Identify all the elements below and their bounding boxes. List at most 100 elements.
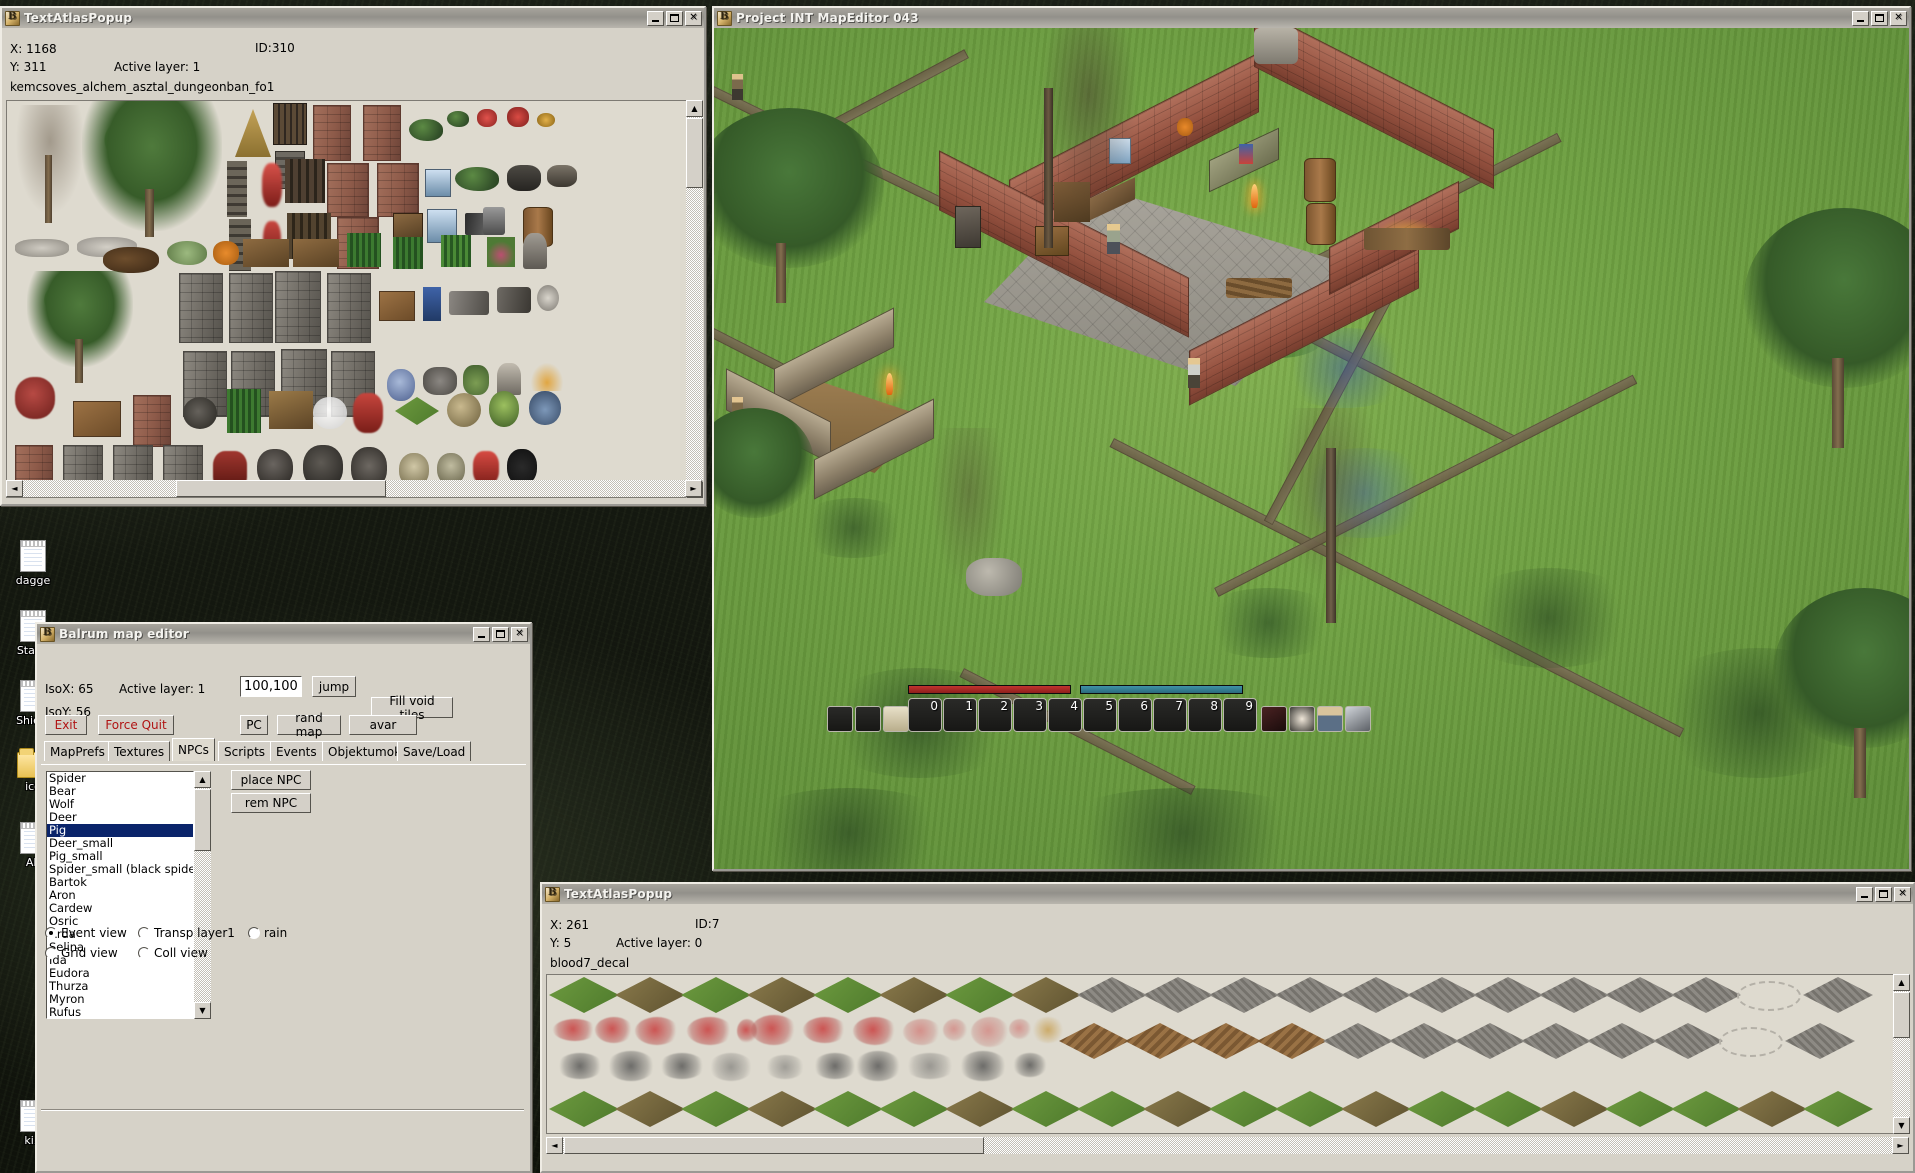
tile-grass: [1671, 1091, 1741, 1127]
scroll-right-button[interactable]: ►: [1892, 1137, 1909, 1154]
close-button[interactable]: ✕: [1890, 10, 1907, 26]
hotbar-slot-8[interactable]: 8: [1188, 698, 1222, 732]
radio-rain[interactable]: rain: [248, 926, 287, 940]
scroll-thumb[interactable]: [1893, 992, 1910, 1038]
atlas-bottom-hscrollbar[interactable]: ◄ ►: [546, 1137, 1909, 1154]
scroll-thumb[interactable]: [564, 1137, 984, 1154]
npc-list-scrollbar[interactable]: ▲ ▼: [194, 771, 211, 1019]
sprite-shrub: [167, 241, 207, 265]
hotbar-slot-5[interactable]: 5: [1083, 698, 1117, 732]
hotbar-slot-4[interactable]: 4: [1048, 698, 1082, 732]
close-button[interactable]: ✕: [1894, 886, 1911, 902]
desktop-icon-dagger[interactable]: dagge: [2, 540, 64, 587]
character-icon[interactable]: [1317, 706, 1343, 732]
eye-icon[interactable]: [1289, 706, 1315, 732]
pc-button[interactable]: PC: [240, 715, 268, 735]
tile-rock: [1209, 977, 1279, 1013]
balrum-map-editor-window[interactable]: Balrum map editor ✕ IsoX: 65 IsoY: 56 Ac…: [35, 622, 532, 1173]
place-npc-button[interactable]: place NPC: [231, 770, 311, 790]
scroll-thumb[interactable]: [176, 480, 386, 497]
window-controls[interactable]: ✕: [1856, 886, 1911, 902]
hotbar-slot-7[interactable]: 7: [1153, 698, 1187, 732]
balrum-titlebar[interactable]: Balrum map editor ✕: [37, 624, 530, 644]
scroll-down-button[interactable]: ▼: [194, 1002, 211, 1019]
radio-indicator[interactable]: [45, 947, 57, 959]
scroll-down-button[interactable]: ▼: [1893, 1117, 1910, 1134]
text-atlas-popup-bottom-window[interactable]: TextAtlasPopup ✕ X: 261 ID:7 Y: 5 Active…: [540, 882, 1915, 1173]
atlas-top-vscrollbar[interactable]: ▲ ▼: [686, 100, 703, 498]
hotbar-slot-9[interactable]: 9: [1223, 698, 1257, 732]
atlas-bottom-info: X: 261 ID:7 Y: 5 Active layer: 0 blood7_…: [542, 904, 1913, 970]
scroll-up-button[interactable]: ▲: [686, 100, 703, 117]
radio-indicator[interactable]: [248, 927, 260, 939]
tab-mapprefs[interactable]: MapPrefs: [44, 741, 111, 761]
tab-saveload[interactable]: Save/Load: [397, 741, 472, 761]
scroll-left-button[interactable]: ◄: [546, 1137, 563, 1154]
tab-events[interactable]: Events: [270, 741, 323, 761]
editor-tabbar[interactable]: MapPrefs Textures NPCs Scripts Events Ob…: [44, 738, 524, 765]
scroll-left-button[interactable]: ◄: [6, 480, 23, 497]
close-button[interactable]: ✕: [685, 10, 702, 26]
rem-npc-button[interactable]: rem NPC: [231, 793, 311, 813]
atlas-bottom-titlebar[interactable]: TextAtlasPopup ✕: [542, 884, 1913, 904]
minimize-button[interactable]: [1856, 886, 1873, 902]
atlas-bottom-canvas[interactable]: [546, 974, 1909, 1134]
window-controls[interactable]: ✕: [473, 626, 528, 642]
hotbar-slot-3[interactable]: 3: [1013, 698, 1047, 732]
force-quit-button[interactable]: Force Quit: [98, 715, 174, 735]
spell-icon[interactable]: [1261, 706, 1287, 732]
radio-indicator[interactable]: [138, 947, 150, 959]
scroll-thumb[interactable]: [686, 118, 703, 188]
text-atlas-popup-top-window[interactable]: TextAtlasPopup ✕ X: 1168 ID:310 Y: 311 A…: [0, 6, 706, 506]
atlas-top-hscrollbar[interactable]: ◄ ►: [6, 480, 702, 497]
scroll-right-button[interactable]: ►: [685, 480, 702, 497]
scroll-up-button[interactable]: ▲: [194, 771, 211, 788]
atlas-top-titlebar[interactable]: TextAtlasPopup ✕: [2, 8, 704, 28]
window-controls[interactable]: ✕: [647, 10, 702, 26]
minimize-button[interactable]: [647, 10, 664, 26]
hotbar-slot-6[interactable]: 6: [1118, 698, 1152, 732]
maximize-button[interactable]: [666, 10, 683, 26]
radio-indicator[interactable]: [138, 927, 150, 939]
hotbar-slot-0[interactable]: 0: [908, 698, 942, 732]
radio-grid-view[interactable]: Grid view: [45, 946, 118, 960]
radio-transp-layer1[interactable]: Transp layer1: [138, 926, 235, 940]
hotbar-slot-1[interactable]: 1: [943, 698, 977, 732]
maximize-button[interactable]: [1871, 10, 1888, 26]
atlas-top-canvas[interactable]: [6, 100, 702, 498]
tab-scripts[interactable]: Scripts: [218, 741, 272, 761]
tab-objektumok[interactable]: Objektumok: [322, 741, 408, 761]
radio-indicator[interactable]: [45, 927, 57, 939]
maximize-button[interactable]: [1875, 886, 1892, 902]
tab-textures[interactable]: Textures: [108, 741, 171, 761]
jump-button[interactable]: jump: [312, 676, 356, 697]
scroll-thumb[interactable]: [194, 789, 211, 851]
map-editor-titlebar[interactable]: Project INT MapEditor 043 ✕: [714, 8, 1909, 28]
equip-slot[interactable]: [827, 706, 853, 732]
equip-slot-scroll[interactable]: [883, 706, 909, 732]
atlas-bottom-vscrollbar[interactable]: ▲ ▼: [1893, 974, 1910, 1134]
map-editor-window[interactable]: Project INT MapEditor 043 ✕: [712, 6, 1911, 871]
rand-map-button[interactable]: rand map: [277, 711, 341, 739]
maximize-button[interactable]: [492, 626, 509, 642]
npc-list-item[interactable]: Rufus: [47, 1006, 193, 1019]
npc-list-item[interactable]: Deer: [47, 811, 193, 824]
minimize-button[interactable]: [1852, 10, 1869, 26]
radio-coll-view[interactable]: Coll view: [138, 946, 208, 960]
exit-button[interactable]: Exit: [45, 715, 87, 735]
jump-coordinate-input[interactable]: 100,100: [240, 676, 302, 697]
book-icon[interactable]: [1345, 706, 1371, 732]
minimize-button[interactable]: [473, 626, 490, 642]
tile-rock: [1143, 977, 1213, 1013]
sprite-stone-arch: [179, 273, 223, 343]
npc-listbox[interactable]: Spider Bear Wolf Deer Pig Deer_small Pig…: [46, 771, 194, 1019]
hotbar-slot-2[interactable]: 2: [978, 698, 1012, 732]
close-button[interactable]: ✕: [511, 626, 528, 642]
window-controls[interactable]: ✕: [1852, 10, 1907, 26]
tab-npcs[interactable]: NPCs: [172, 738, 215, 761]
scroll-up-button[interactable]: ▲: [1893, 974, 1910, 991]
game-viewport[interactable]: 0 1 2 3 4 5 6 7 8 9: [714, 28, 1909, 869]
avar-button[interactable]: avar: [349, 715, 417, 735]
equip-slot[interactable]: [855, 706, 881, 732]
radio-event-view[interactable]: Event view: [45, 926, 127, 940]
